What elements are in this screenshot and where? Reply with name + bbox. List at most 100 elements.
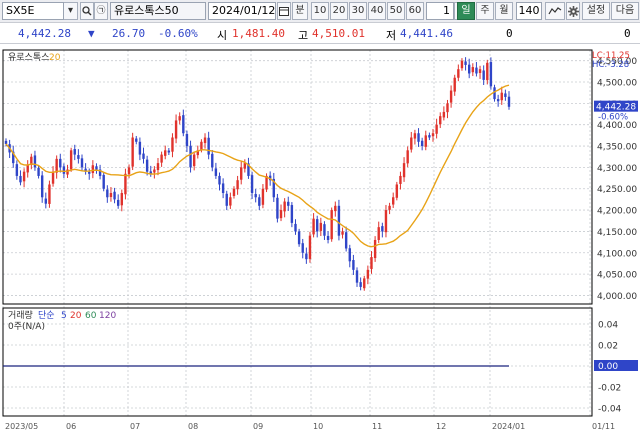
interval-60-button[interactable]: 60 [406,2,424,20]
candle-body [334,205,337,212]
candle-body [91,165,95,174]
candle-body [95,166,98,170]
candle-body [402,163,406,178]
candle-body [37,167,40,176]
tab-day[interactable]: 일 [457,2,475,20]
interval-label: 10 [313,5,327,16]
candle-body [316,219,319,232]
candle-body [55,158,58,173]
candle-body [40,175,44,198]
interval-label: 20 [332,5,346,16]
date-input[interactable]: 2024/01/12 [208,2,276,20]
interval-10-button[interactable]: 10 [311,2,329,20]
candle-body [59,158,62,168]
candle-body [308,235,312,259]
candle-body [19,175,22,183]
hc-label: HC:-3.28 [592,60,629,70]
candle-body [482,70,485,80]
candle-body [413,133,417,139]
line-chart-icon [548,7,562,15]
code-search-button[interactable]: ㉠ [94,2,108,20]
count-input[interactable]: 1 [426,2,454,20]
candle-body [240,167,243,180]
next-button[interactable]: 다음 [611,2,639,20]
candle-body [373,239,377,259]
tab-day-label: 일 [461,5,471,16]
candle-body [80,158,84,168]
x-tick-label: 07 [130,422,140,431]
candle-body [449,90,453,103]
price-tick-label: 4,100.00 [597,249,637,259]
candle-body [214,168,218,176]
candle-body [352,260,355,270]
candle-body [4,140,8,144]
open-label: 시 [217,29,228,42]
volume-tick-label: 0.02 [598,342,618,352]
candle-body [496,99,500,102]
interval-40-button[interactable]: 40 [368,2,386,20]
candle-body [330,210,333,240]
price-tick-label: 4,350.00 [597,143,637,153]
volume-legend-ma5: 5 [61,311,67,321]
volume-legend-label: 거래량 [8,309,33,321]
candle-body [120,193,123,206]
candle-body [457,69,460,78]
candle-body [323,224,326,236]
price-panel-frame [2,49,593,305]
candle-body [225,193,228,206]
candle-body [301,243,304,253]
chart-type-button[interactable] [545,2,565,20]
symbol-dropdown-button[interactable]: ▾ [64,2,78,20]
candle-body [460,60,464,69]
minute-tab[interactable]: 분 [292,2,308,20]
x-tick-label: 2024/01 [492,422,525,431]
candle-body [106,189,109,198]
tab-week[interactable]: 주 [476,2,494,20]
x-tick-label: 12 [436,422,446,431]
candle-body [493,87,496,100]
interval-label: 30 [351,5,365,16]
candle-body [348,248,351,262]
price-chart[interactable]: 4,550.004,500.004,450.004,400.004,350.00… [0,46,640,434]
gear-button[interactable] [566,2,580,20]
high-label: 고 [298,29,309,42]
candle-body [392,197,395,205]
x-tick-label: 09 [253,422,263,431]
candle-body [22,171,26,182]
candle-body [131,137,134,167]
candle-body [486,62,489,81]
candle-body [167,150,171,153]
count-value: 1 [443,4,450,17]
down-arrow-icon: ▼ [88,27,95,40]
calendar-icon [279,7,289,16]
low-label: 저 [386,29,397,42]
candle-body [178,116,181,121]
candle-body [428,135,431,138]
calendar-button[interactable] [277,2,291,20]
candle-body [160,154,163,163]
search-button[interactable] [80,2,94,20]
interval-30-button[interactable]: 30 [349,2,367,20]
candle-body [381,226,384,232]
candle-body [261,188,265,205]
candle-body [218,175,221,185]
chart-area[interactable]: 4,550.004,500.004,450.004,400.004,350.00… [0,46,640,434]
bar-count-input[interactable]: 140 [516,2,542,20]
low-value: 4,441.46 [400,27,453,40]
interval-50-button[interactable]: 50 [387,2,405,20]
price-tick-label: 4,150.00 [597,228,637,238]
price-tick-label: 4,300.00 [597,164,637,174]
candle-body [388,205,391,210]
candle-body [102,174,105,189]
tab-month[interactable]: 월 [495,2,513,20]
x-tick-label: 08 [188,422,198,431]
symbol-input[interactable]: SX5E [2,2,64,20]
candle-body [297,231,301,245]
settings-button[interactable]: 설정 [582,2,610,20]
interval-20-button[interactable]: 20 [330,2,348,20]
candle-body [258,197,261,206]
price-tick-label: 4,500.00 [597,79,637,89]
candle-body [189,145,192,168]
next-label: 다음 [615,5,635,16]
interval-label: 60 [408,5,422,16]
